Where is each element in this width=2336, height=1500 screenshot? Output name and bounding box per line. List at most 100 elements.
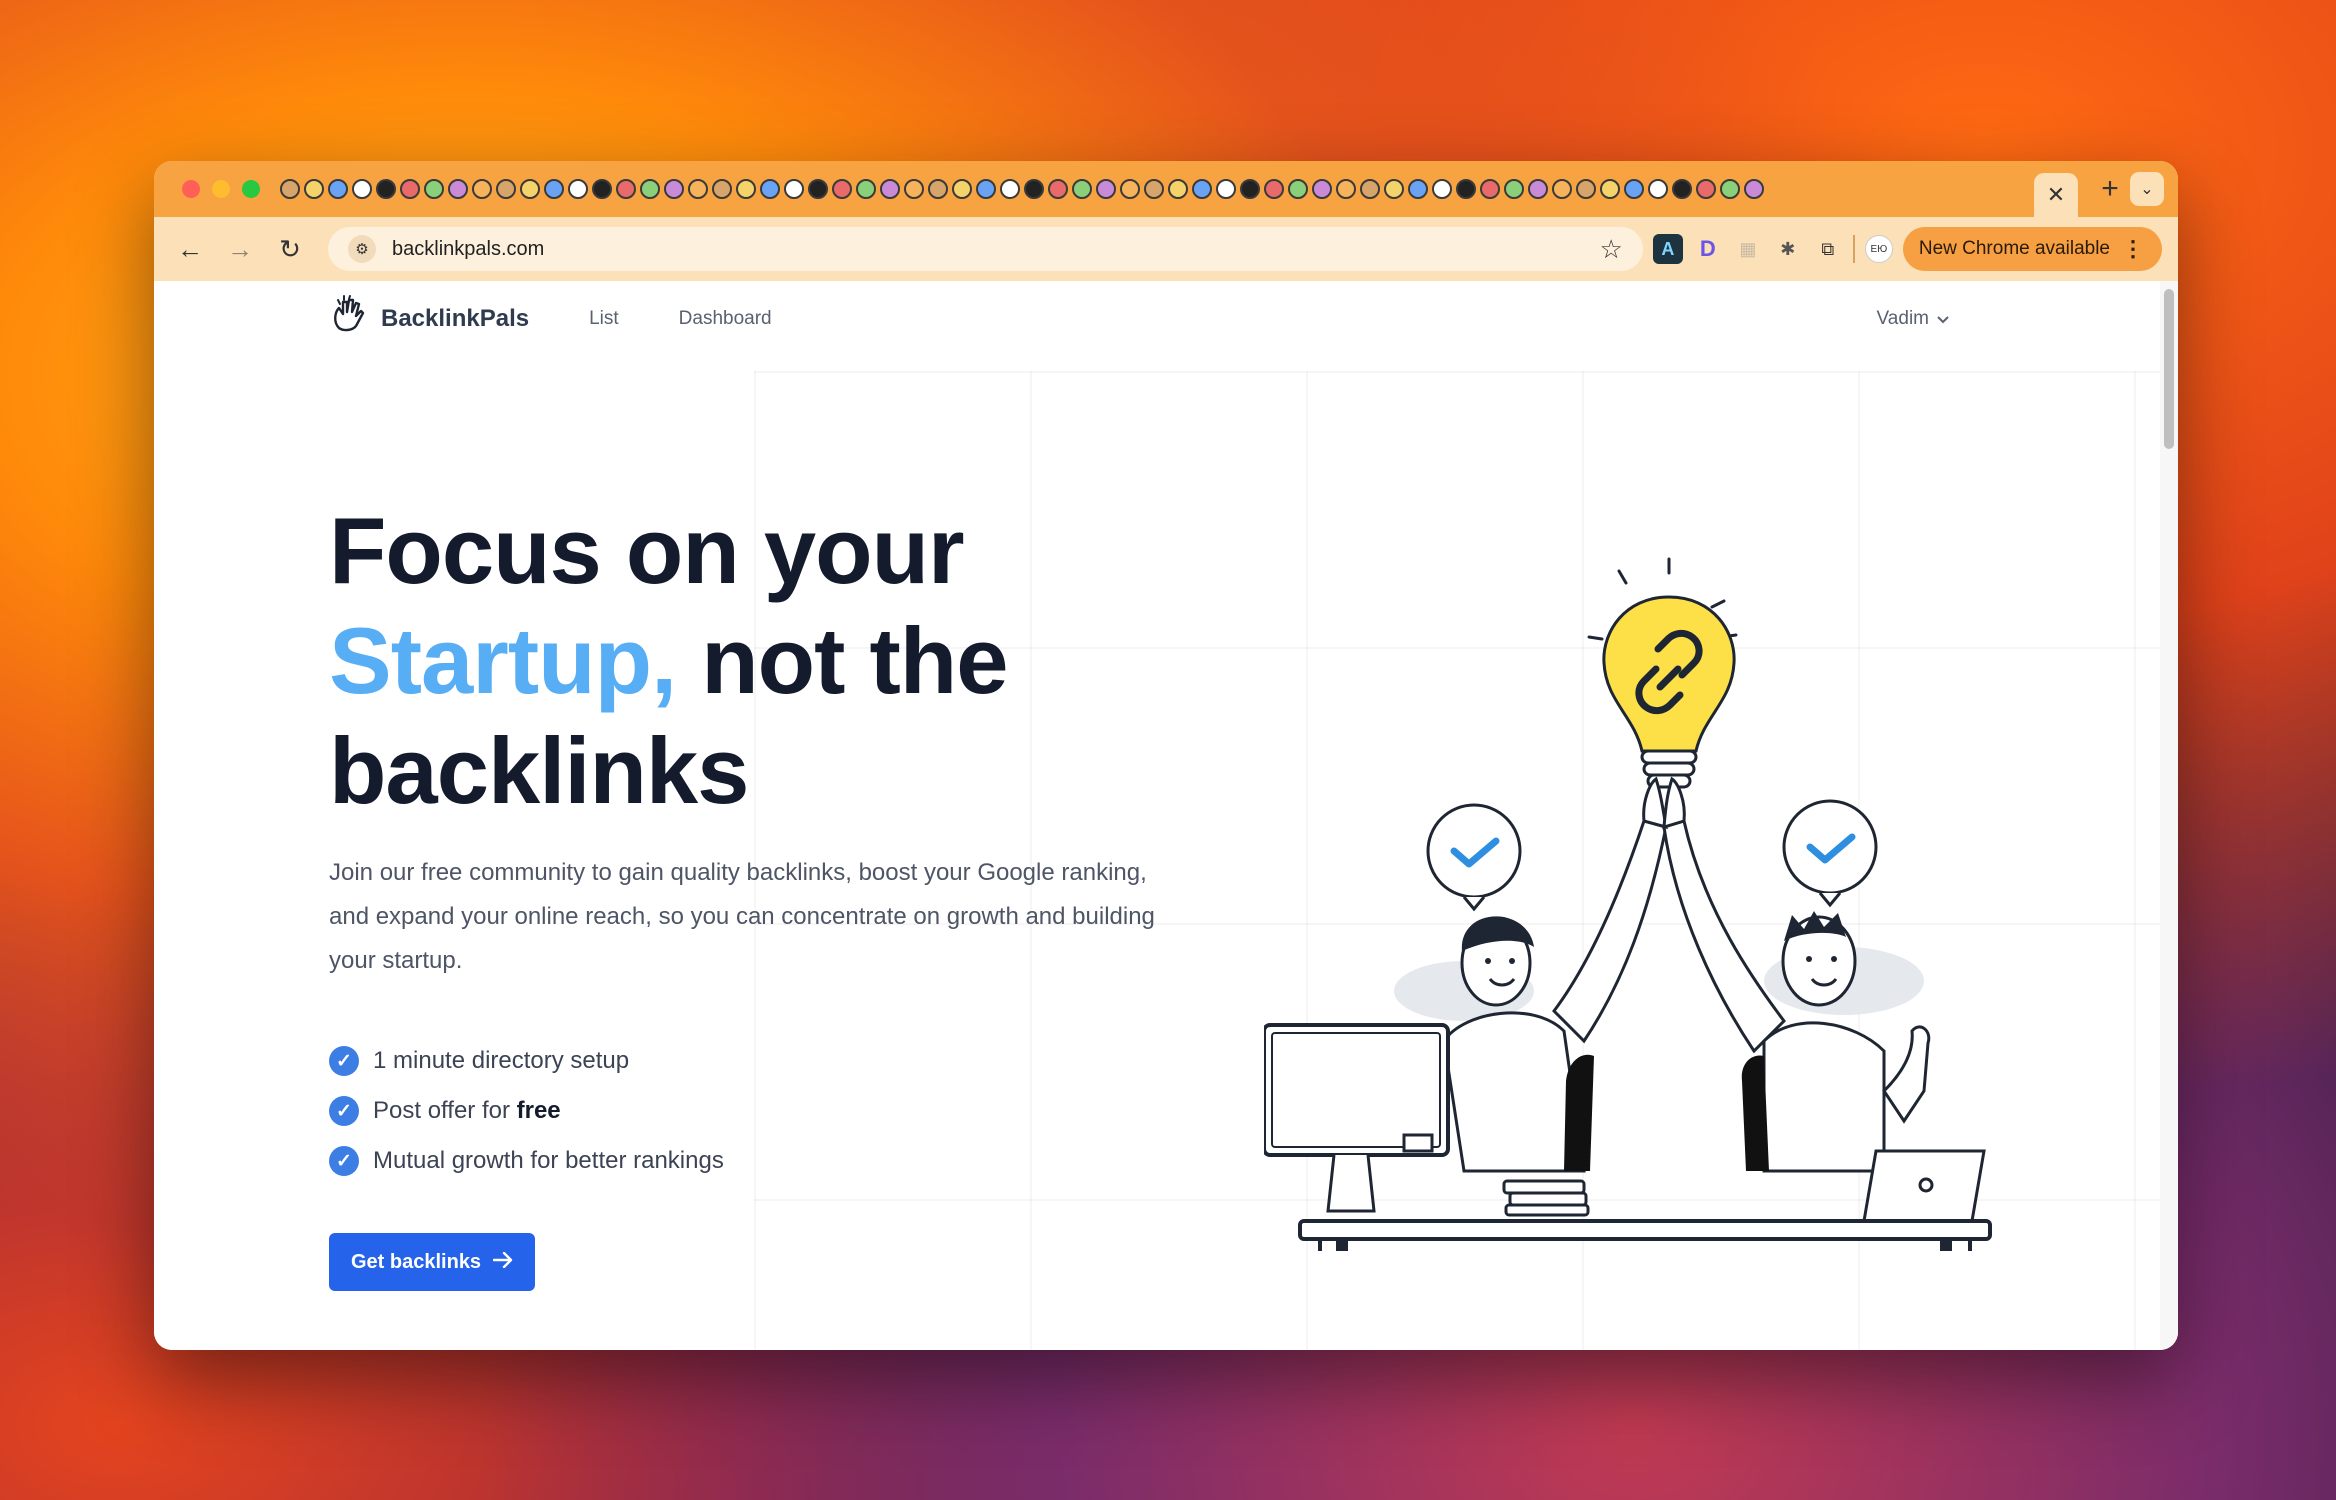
pinned-tab-favicon-icon[interactable] bbox=[1168, 179, 1188, 199]
pinned-tab-favicon-icon[interactable] bbox=[1288, 179, 1308, 199]
pinned-tab-favicon-icon[interactable] bbox=[1072, 179, 1092, 199]
reload-button[interactable]: ↻ bbox=[270, 229, 310, 269]
pinned-tab-favicon-icon[interactable] bbox=[1480, 179, 1500, 199]
bookmark-star-icon[interactable]: ☆ bbox=[1600, 234, 1623, 265]
pinned-tab-favicon-icon[interactable] bbox=[1504, 179, 1524, 199]
new-tab-button[interactable]: + bbox=[2090, 172, 2130, 206]
pinned-tab-favicon-icon[interactable] bbox=[424, 179, 444, 199]
pinned-tab-favicon-icon[interactable] bbox=[808, 179, 828, 199]
pinned-tab-favicon-icon[interactable] bbox=[1672, 179, 1692, 199]
pinned-tab-favicon-icon[interactable] bbox=[280, 179, 300, 199]
maximize-window-button[interactable] bbox=[242, 180, 260, 198]
pinned-tab-favicon-icon[interactable] bbox=[760, 179, 780, 199]
pinned-tab-favicon-icon[interactable] bbox=[1384, 179, 1404, 199]
extensions-puzzle-icon[interactable]: ⧉ bbox=[1813, 234, 1843, 264]
pinned-tab-favicon-icon[interactable] bbox=[1624, 179, 1644, 199]
scrollbar-thumb[interactable] bbox=[2164, 289, 2174, 449]
pinned-tab-favicon-icon[interactable] bbox=[616, 179, 636, 199]
pinned-tab-favicon-icon[interactable] bbox=[736, 179, 756, 199]
extension-grid-icon[interactable]: ▦ bbox=[1733, 234, 1763, 264]
nav-link-dashboard[interactable]: Dashboard bbox=[679, 308, 772, 330]
pinned-tab-favicon-icon[interactable] bbox=[1312, 179, 1332, 199]
high-five-illustration bbox=[1262, 557, 1992, 1261]
list-item: ✓ Post offer for free bbox=[329, 1086, 724, 1136]
pinned-tab-favicon-icon[interactable] bbox=[1360, 179, 1380, 199]
pinned-tab-favicon-icon[interactable] bbox=[520, 179, 540, 199]
pinned-tab-favicon-icon[interactable] bbox=[328, 179, 348, 199]
web-page: BacklinkPals List Dashboard Vadim Focus … bbox=[154, 281, 2178, 1350]
more-menu-icon[interactable]: ⋮ bbox=[2122, 236, 2144, 262]
nav-link-list[interactable]: List bbox=[589, 308, 619, 330]
pinned-tab-favicon-icon[interactable] bbox=[952, 179, 972, 199]
pinned-tab-favicon-icon[interactable] bbox=[1528, 179, 1548, 199]
back-button[interactable]: ← bbox=[170, 229, 210, 269]
tab-active[interactable]: ✕ bbox=[2034, 173, 2078, 217]
pinned-tab-favicon-icon[interactable] bbox=[376, 179, 396, 199]
scrollbar-track bbox=[2160, 281, 2178, 1350]
pinned-tab-favicon-icon[interactable] bbox=[1336, 179, 1356, 199]
pinned-tab-favicon-icon[interactable] bbox=[928, 179, 948, 199]
pinned-tab-favicon-icon[interactable] bbox=[544, 179, 564, 199]
site-settings-icon[interactable]: ⚙ bbox=[348, 235, 376, 263]
pinned-tab-favicon-icon[interactable] bbox=[784, 179, 804, 199]
user-menu[interactable]: Vadim bbox=[1877, 308, 1949, 330]
pinned-tab-favicon-icon[interactable] bbox=[1000, 179, 1020, 199]
pinned-tab-favicon-icon[interactable] bbox=[1648, 179, 1668, 199]
get-backlinks-button[interactable]: Get backlinks bbox=[329, 1233, 536, 1291]
pinned-tab-favicon-icon[interactable] bbox=[1552, 179, 1572, 199]
pinned-tab-favicon-icon[interactable] bbox=[904, 179, 924, 199]
pinned-tab-favicon-icon[interactable] bbox=[1456, 179, 1476, 199]
address-bar[interactable]: ⚙ backlinkpals.com ☆ bbox=[328, 227, 1643, 271]
pinned-tab-favicon-icon[interactable] bbox=[1264, 179, 1284, 199]
pinned-tab-favicon-icon[interactable] bbox=[1720, 179, 1740, 199]
pinned-tab-favicon-icon[interactable] bbox=[832, 179, 852, 199]
chrome-update-button[interactable]: New Chrome available ⋮ bbox=[1902, 227, 2162, 271]
pinned-tab-favicon-icon[interactable] bbox=[1240, 179, 1260, 199]
forward-button[interactable]: → bbox=[220, 229, 260, 269]
pinned-tab-favicon-icon[interactable] bbox=[352, 179, 372, 199]
pinned-tab-favicon-icon[interactable] bbox=[1144, 179, 1164, 199]
pinned-tab-favicon-icon[interactable] bbox=[688, 179, 708, 199]
brand-name: BacklinkPals bbox=[381, 305, 530, 332]
pinned-tab-favicon-icon[interactable] bbox=[880, 179, 900, 199]
pinned-tab-favicon-icon[interactable] bbox=[1600, 179, 1620, 199]
minimize-window-button[interactable] bbox=[212, 180, 230, 198]
pinned-tab-favicon-icon[interactable] bbox=[640, 179, 660, 199]
feature-text: 1 minute directory setup bbox=[373, 1047, 630, 1074]
pinned-tab-favicon-icon[interactable] bbox=[472, 179, 492, 199]
pinned-tab-favicon-icon[interactable] bbox=[1576, 179, 1596, 199]
extension-d-icon[interactable]: D bbox=[1693, 234, 1723, 264]
pinned-tab-favicon-icon[interactable] bbox=[712, 179, 732, 199]
close-window-button[interactable] bbox=[182, 180, 200, 198]
pinned-tab-favicon-icon[interactable] bbox=[664, 179, 684, 199]
pinned-tab-favicon-icon[interactable] bbox=[304, 179, 324, 199]
pinned-tab-favicon-icon[interactable] bbox=[1120, 179, 1140, 199]
pinned-tab-favicon-icon[interactable] bbox=[1096, 179, 1116, 199]
pinned-tabs bbox=[280, 179, 2034, 199]
books-illustration bbox=[1502, 1179, 1590, 1217]
tab-search-button[interactable]: ⌄ bbox=[2130, 172, 2164, 206]
pinned-tab-favicon-icon[interactable] bbox=[592, 179, 612, 199]
pinned-tab-favicon-icon[interactable] bbox=[1192, 179, 1212, 199]
site-logo[interactable]: BacklinkPals bbox=[329, 294, 529, 344]
pinned-tab-favicon-icon[interactable] bbox=[1744, 179, 1764, 199]
pinned-tab-favicon-icon[interactable] bbox=[496, 179, 516, 199]
pinned-tab-favicon-icon[interactable] bbox=[1432, 179, 1452, 199]
url-text[interactable]: backlinkpals.com bbox=[392, 238, 1584, 261]
pinned-tab-favicon-icon[interactable] bbox=[1696, 179, 1716, 199]
pinned-tab-favicon-icon[interactable] bbox=[448, 179, 468, 199]
extension-a-icon[interactable]: A bbox=[1652, 234, 1683, 264]
extension-gear-icon[interactable]: ✱ bbox=[1773, 234, 1803, 264]
pinned-tab-favicon-icon[interactable] bbox=[400, 179, 420, 199]
pinned-tab-favicon-icon[interactable] bbox=[1024, 179, 1044, 199]
pinned-tab-favicon-icon[interactable] bbox=[856, 179, 876, 199]
pinned-tab-favicon-icon[interactable] bbox=[1408, 179, 1428, 199]
check-circle-icon: ✓ bbox=[329, 1046, 359, 1076]
tab-close-icon[interactable]: ✕ bbox=[2047, 182, 2065, 208]
pinned-tab-favicon-icon[interactable] bbox=[1216, 179, 1236, 199]
pinned-tab-favicon-icon[interactable] bbox=[976, 179, 996, 199]
check-circle-icon: ✓ bbox=[329, 1146, 359, 1176]
pinned-tab-favicon-icon[interactable] bbox=[1048, 179, 1068, 199]
profile-avatar[interactable]: ЕЮ bbox=[1864, 235, 1893, 263]
pinned-tab-favicon-icon[interactable] bbox=[568, 179, 588, 199]
